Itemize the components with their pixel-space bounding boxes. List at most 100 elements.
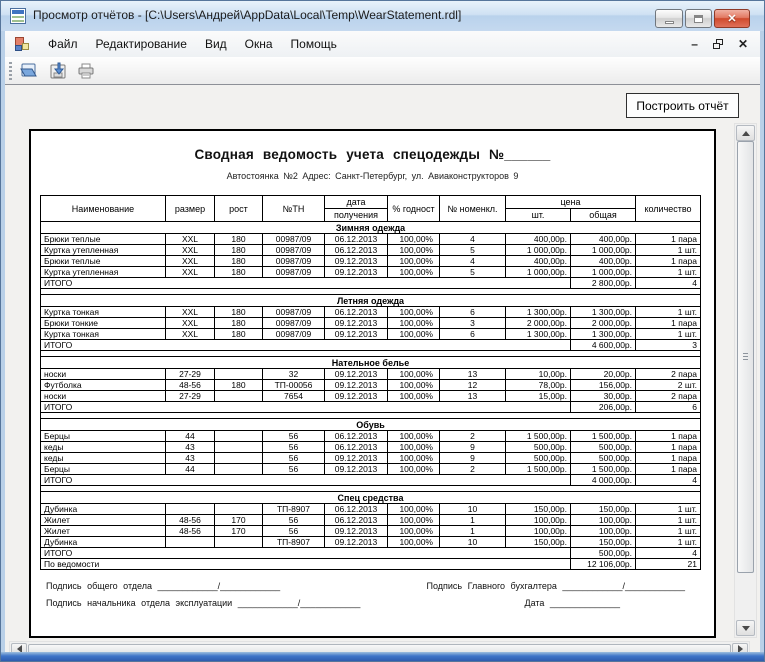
cell-percent: 100,00% [387,328,440,340]
cell-size: 43 [165,452,215,464]
cell-tn: 7654 [262,390,325,402]
cell-name: Брюки теплые [40,233,166,245]
cell-qty: 1 шт. [635,525,702,537]
cell-tn: 56 [262,463,325,475]
menu-view[interactable]: Вид [196,33,236,55]
cell-price-unit: 1 000,00р. [505,266,571,278]
cell-name: Дубинка [40,503,166,515]
cell-size [165,536,215,548]
cell-name: Берцы [40,430,166,442]
total-row: ИТОГО 500,00р. 4 [40,547,702,559]
cell-percent: 100,00% [387,306,440,318]
cell-size: 48-56 [165,525,215,537]
cell-qty: 1 шт. [635,328,702,340]
report-subtitle: Автостоянка №2 Адрес: Санкт-Петербург, у… [226,171,519,181]
cell-price-total: 500,00р. [569,441,637,453]
cell-percent: 100,00% [387,244,440,256]
cell-height: 180 [214,306,263,318]
horizontal-scrollbar[interactable] [9,641,750,652]
cell-nomenkl: 4 [439,255,506,267]
cell-percent: 100,00% [387,452,440,464]
total-sum: 4 000,00р. [569,474,637,486]
cell-nomenkl: 9 [439,441,506,453]
scroll-up-button[interactable] [736,125,755,141]
table-row: Куртка тонкая XXL 180 00987/09 09.12.2013 100… [40,328,702,340]
cell-price-unit: 1 300,00р. [505,306,571,318]
table-row: Берцы 44 56 09.12.2013 100,00% 2 1 500,00р. 1 5… [40,463,702,475]
menu-help[interactable]: Помощь [282,33,346,55]
total-label: ИТОГО [40,401,571,413]
cell-qty: 1 шт. [635,306,702,318]
arrow-down-icon [741,625,750,631]
cell-percent: 100,00% [387,390,440,402]
menu-edit[interactable]: Редактирование [87,33,196,55]
build-report-button[interactable]: Построить отчёт [626,93,739,118]
cell-name: Берцы [40,463,166,475]
cell-height: 180 [214,255,263,267]
section-title: Спец средства [39,491,702,504]
cell-height: 180 [214,244,263,256]
table-row: носки 27-29 7654 09.12.2013 100,00% 13 15,00р.… [40,390,702,402]
total-label: ИТОГО [40,277,571,289]
cell-qty: 1 пара [635,463,702,475]
minimize-button[interactable] [655,9,683,28]
cell-date: 09.12.2013 [324,266,388,278]
thumb-grip-icon [743,353,748,361]
menu-file[interactable]: Файл [39,33,87,55]
cell-name: кеды [40,452,166,464]
minimize-icon [664,20,674,24]
open-icon[interactable] [18,60,42,82]
cell-size: XXL [165,233,215,245]
horizontal-scrollbar-thumb[interactable] [28,644,731,652]
cell-qty: 1 пара [635,233,702,245]
cell-tn: 00987/09 [262,317,325,329]
cell-tn: 32 [262,368,325,380]
scroll-right-button[interactable] [732,643,748,652]
maximize-button[interactable] [685,9,712,28]
signature-chief-accountant: Подпись Главного бухгалтера ____________… [426,581,686,591]
cell-date: 09.12.2013 [324,317,388,329]
total-sum: 2 800,00р. [569,277,637,289]
window-frame-bottom [1,652,764,661]
cell-tn: 56 [262,452,325,464]
table-row: Футболка 48-56 180 ТП-00056 09.12.2013 100,00… [40,379,702,391]
scroll-down-button[interactable] [736,620,755,636]
col-header-height: рост [214,195,263,222]
cell-date: 09.12.2013 [324,525,388,537]
close-button[interactable]: ✕ [714,9,750,28]
total-count: 4 [635,547,702,559]
total-label: ИТОГО [40,474,571,486]
cell-nomenkl: 2 [439,463,506,475]
table-row: носки 27-29 32 09.12.2013 100,00% 13 10,00р. 20… [40,368,702,380]
table-row: кеды 43 56 09.12.2013 100,00% 9 500,00р. 500,00… [40,452,702,464]
signature-operations-head: Подпись начальника отдела эксплуатации _… [46,598,361,608]
cell-price-total: 100,00р. [569,525,637,537]
toolbar [5,57,760,84]
cell-qty: 1 шт. [635,266,702,278]
vertical-scrollbar-thumb[interactable] [737,141,754,573]
menu-windows[interactable]: Окна [236,33,282,55]
cell-name: Куртка утепленная [40,266,166,278]
mdi-close-button[interactable]: ✕ [738,38,748,50]
cell-price-total: 1 500,00р. [569,430,637,442]
cell-size: XXL [165,255,215,267]
scroll-left-button[interactable] [11,643,27,652]
mdi-minimize-button[interactable]: – [691,38,698,50]
cell-price-unit: 500,00р. [505,452,571,464]
vertical-scrollbar[interactable] [734,123,757,638]
cell-tn: 56 [262,525,325,537]
mdi-restore-button[interactable] [712,39,723,49]
col-header-size: размер [165,195,215,222]
table-row: кеды 43 56 06.12.2013 100,00% 9 500,00р. 500,00… [40,441,702,453]
cell-size: 44 [165,430,215,442]
table-row: Брюки теплые XXL 180 00987/09 06.12.2013 100,… [40,233,702,245]
cell-price-total: 100,00р. [569,514,637,526]
cell-price-unit: 10,00р. [505,368,571,380]
mdi-child-icon [15,37,29,51]
cell-price-total: 1 300,00р. [569,328,637,340]
cell-percent: 100,00% [387,379,440,391]
cell-price-total: 20,00р. [569,368,637,380]
save-icon[interactable] [46,60,70,82]
print-icon[interactable] [74,60,98,82]
cell-height: 180 [214,233,263,245]
